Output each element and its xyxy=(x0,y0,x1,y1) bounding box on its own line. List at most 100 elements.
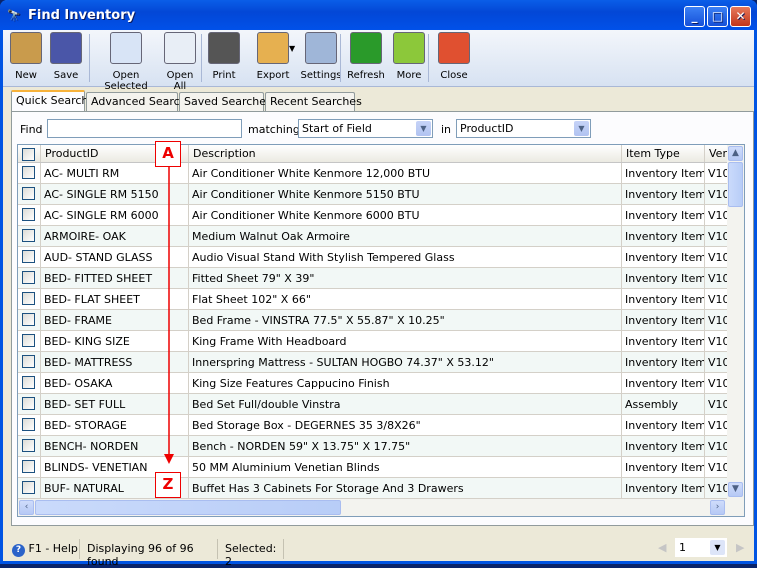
row-checkbox[interactable] xyxy=(22,187,35,200)
table-row[interactable]: BED- OSAKA King Size Features Cappucino F… xyxy=(18,373,728,394)
row-checkbox-cell[interactable] xyxy=(18,457,41,477)
row-checkbox[interactable] xyxy=(22,397,35,410)
cell-description: Bed Frame - VINSTRA 77.5" X 55.87" X 10.… xyxy=(189,310,622,330)
new-button[interactable]: New xyxy=(8,32,44,81)
row-checkbox-cell[interactable] xyxy=(18,331,41,351)
row-checkbox[interactable] xyxy=(22,166,35,179)
table-row[interactable]: AC- SINGLE RM 6000 Air Conditioner White … xyxy=(18,205,728,226)
title-bar[interactable]: 🔭 Find Inventory _ □ ✕ xyxy=(0,0,757,30)
row-checkbox[interactable] xyxy=(22,229,35,242)
table-row[interactable]: AC- SINGLE RM 5150 Air Conditioner White … xyxy=(18,184,728,205)
row-checkbox[interactable] xyxy=(22,250,35,263)
minimize-button[interactable]: _ xyxy=(684,6,705,27)
horizontal-scroll-thumb[interactable] xyxy=(35,500,341,515)
table-row[interactable]: BED- KING SIZE King Frame With Headboard I… xyxy=(18,331,728,352)
row-checkbox[interactable] xyxy=(22,271,35,284)
row-checkbox-cell[interactable] xyxy=(18,352,41,372)
table-row[interactable]: BLINDS- VENETIAN 50 MM Aluminium Venetian… xyxy=(18,457,728,478)
row-checkbox[interactable] xyxy=(22,481,35,494)
scroll-right-button[interactable]: › xyxy=(710,500,725,515)
row-checkbox-cell[interactable] xyxy=(18,184,41,204)
row-checkbox-cell[interactable] xyxy=(18,436,41,456)
table-row[interactable]: BED- SET FULL Bed Set Full/double Vinstra… xyxy=(18,394,728,415)
table-row[interactable]: BED- STORAGE Bed Storage Box - DEGERNES 3… xyxy=(18,415,728,436)
row-checkbox[interactable] xyxy=(22,418,35,431)
row-checkbox[interactable] xyxy=(22,439,35,452)
table-row[interactable]: BENCH- NORDEN Bench - NORDEN 59" X 13.75"… xyxy=(18,436,728,457)
export-button[interactable]: Export xyxy=(248,32,298,81)
find-input[interactable] xyxy=(47,119,242,138)
previous-page-icon[interactable]: ◀ xyxy=(658,541,666,554)
scroll-up-button[interactable]: ▲ xyxy=(728,146,743,161)
tab-saved-searches[interactable]: Saved Searches xyxy=(179,92,272,111)
close-window-button[interactable]: ✕ xyxy=(730,6,751,27)
row-checkbox[interactable] xyxy=(22,292,35,305)
row-checkbox[interactable] xyxy=(22,460,35,473)
column-header-ver[interactable]: Ver xyxy=(705,145,728,162)
cell-item-type: Inventory Item xyxy=(622,289,705,309)
print-button[interactable]: Print xyxy=(206,32,242,81)
cell-description: Bed Storage Box - DEGERNES 35 3/8X26" xyxy=(189,415,622,435)
table-row[interactable]: AC- MULTI RM Air Conditioner White Kenmor… xyxy=(18,163,728,184)
row-checkbox[interactable] xyxy=(22,376,35,389)
toolbar-label: Close xyxy=(440,70,468,81)
export-icon xyxy=(257,32,289,64)
table-row[interactable]: BED- MATTRESS Innerspring Mattress - SULT… xyxy=(18,352,728,373)
column-header-item-type[interactable]: Item Type xyxy=(622,145,705,162)
scroll-down-button[interactable]: ▼ xyxy=(728,482,743,497)
settings-button[interactable]: Settings xyxy=(300,32,342,81)
export-dropdown-arrow-icon[interactable]: ▼ xyxy=(289,44,295,53)
cell-ver: V10 xyxy=(705,310,728,330)
row-checkbox-cell[interactable] xyxy=(18,415,41,435)
tab-quick-search[interactable]: Quick Search xyxy=(11,90,88,111)
vertical-scroll-thumb[interactable] xyxy=(728,162,743,207)
row-checkbox-cell[interactable] xyxy=(18,478,41,498)
tab-advanced-search[interactable]: Advanced Search xyxy=(86,92,187,111)
horizontal-scrollbar[interactable]: ‹ › xyxy=(18,499,744,516)
select-all-checkbox-cell[interactable] xyxy=(18,145,41,162)
save-button[interactable]: Save xyxy=(48,32,84,81)
open-all-button[interactable]: Open All xyxy=(160,32,200,92)
matching-select[interactable]: Start of Field ▼ xyxy=(298,119,433,138)
next-page-icon[interactable]: ▶ xyxy=(736,541,744,554)
table-row[interactable]: BUF- NATURAL Buffet Has 3 Cabinets For St… xyxy=(18,478,728,499)
row-checkbox-cell[interactable] xyxy=(18,163,41,183)
row-checkbox-cell[interactable] xyxy=(18,289,41,309)
toolbar-separator xyxy=(201,34,202,82)
cell-description: Buffet Has 3 Cabinets For Storage And 3 … xyxy=(189,478,622,498)
row-checkbox-cell[interactable] xyxy=(18,310,41,330)
toolbar-label: More xyxy=(396,70,422,81)
table-row[interactable]: AUD- STAND GLASS Audio Visual Stand With … xyxy=(18,247,728,268)
refresh-button[interactable]: Refresh xyxy=(346,32,386,81)
column-header-description[interactable]: Description xyxy=(189,145,622,162)
row-checkbox[interactable] xyxy=(22,313,35,326)
row-checkbox-cell[interactable] xyxy=(18,268,41,288)
table-row[interactable]: BED- FRAME Bed Frame - VINSTRA 77.5" X 55… xyxy=(18,310,728,331)
tab-recent-searches[interactable]: Recent Searches xyxy=(265,92,362,111)
row-checkbox-cell[interactable] xyxy=(18,205,41,225)
row-checkbox[interactable] xyxy=(22,334,35,347)
row-checkbox-cell[interactable] xyxy=(18,394,41,414)
row-checkbox[interactable] xyxy=(22,208,35,221)
table-row[interactable]: BED- FITTED SHEET Fitted Sheet 79" X 39" I… xyxy=(18,268,728,289)
select-all-checkbox[interactable] xyxy=(22,148,35,161)
table-row[interactable]: BED- FLAT SHEET Flat Sheet 102" X 66" Inve… xyxy=(18,289,728,310)
table-row[interactable]: ARMOIRE- OAK Medium Walnut Oak Armoire Inv… xyxy=(18,226,728,247)
scroll-left-button[interactable]: ‹ xyxy=(19,500,34,515)
cell-item-type: Inventory Item xyxy=(622,310,705,330)
row-checkbox[interactable] xyxy=(22,355,35,368)
open-selected-button[interactable]: Open Selected xyxy=(95,32,157,92)
toolbar-label: Refresh xyxy=(347,70,385,81)
row-checkbox-cell[interactable] xyxy=(18,373,41,393)
close-button[interactable]: Close xyxy=(436,32,472,81)
in-field-select[interactable]: ProductID ▼ xyxy=(456,119,591,138)
vertical-scrollbar[interactable]: ▲ ▼ xyxy=(727,145,744,499)
cell-ver: V10 xyxy=(705,226,728,246)
row-checkbox-cell[interactable] xyxy=(18,247,41,267)
row-checkbox-cell[interactable] xyxy=(18,226,41,246)
more-button[interactable]: More xyxy=(391,32,427,81)
maximize-button[interactable]: □ xyxy=(707,6,728,27)
help-icon: ? xyxy=(12,544,25,557)
help-status[interactable]: ? F1 - Help xyxy=(8,539,80,559)
page-select[interactable]: 1 ▼ xyxy=(675,538,727,557)
